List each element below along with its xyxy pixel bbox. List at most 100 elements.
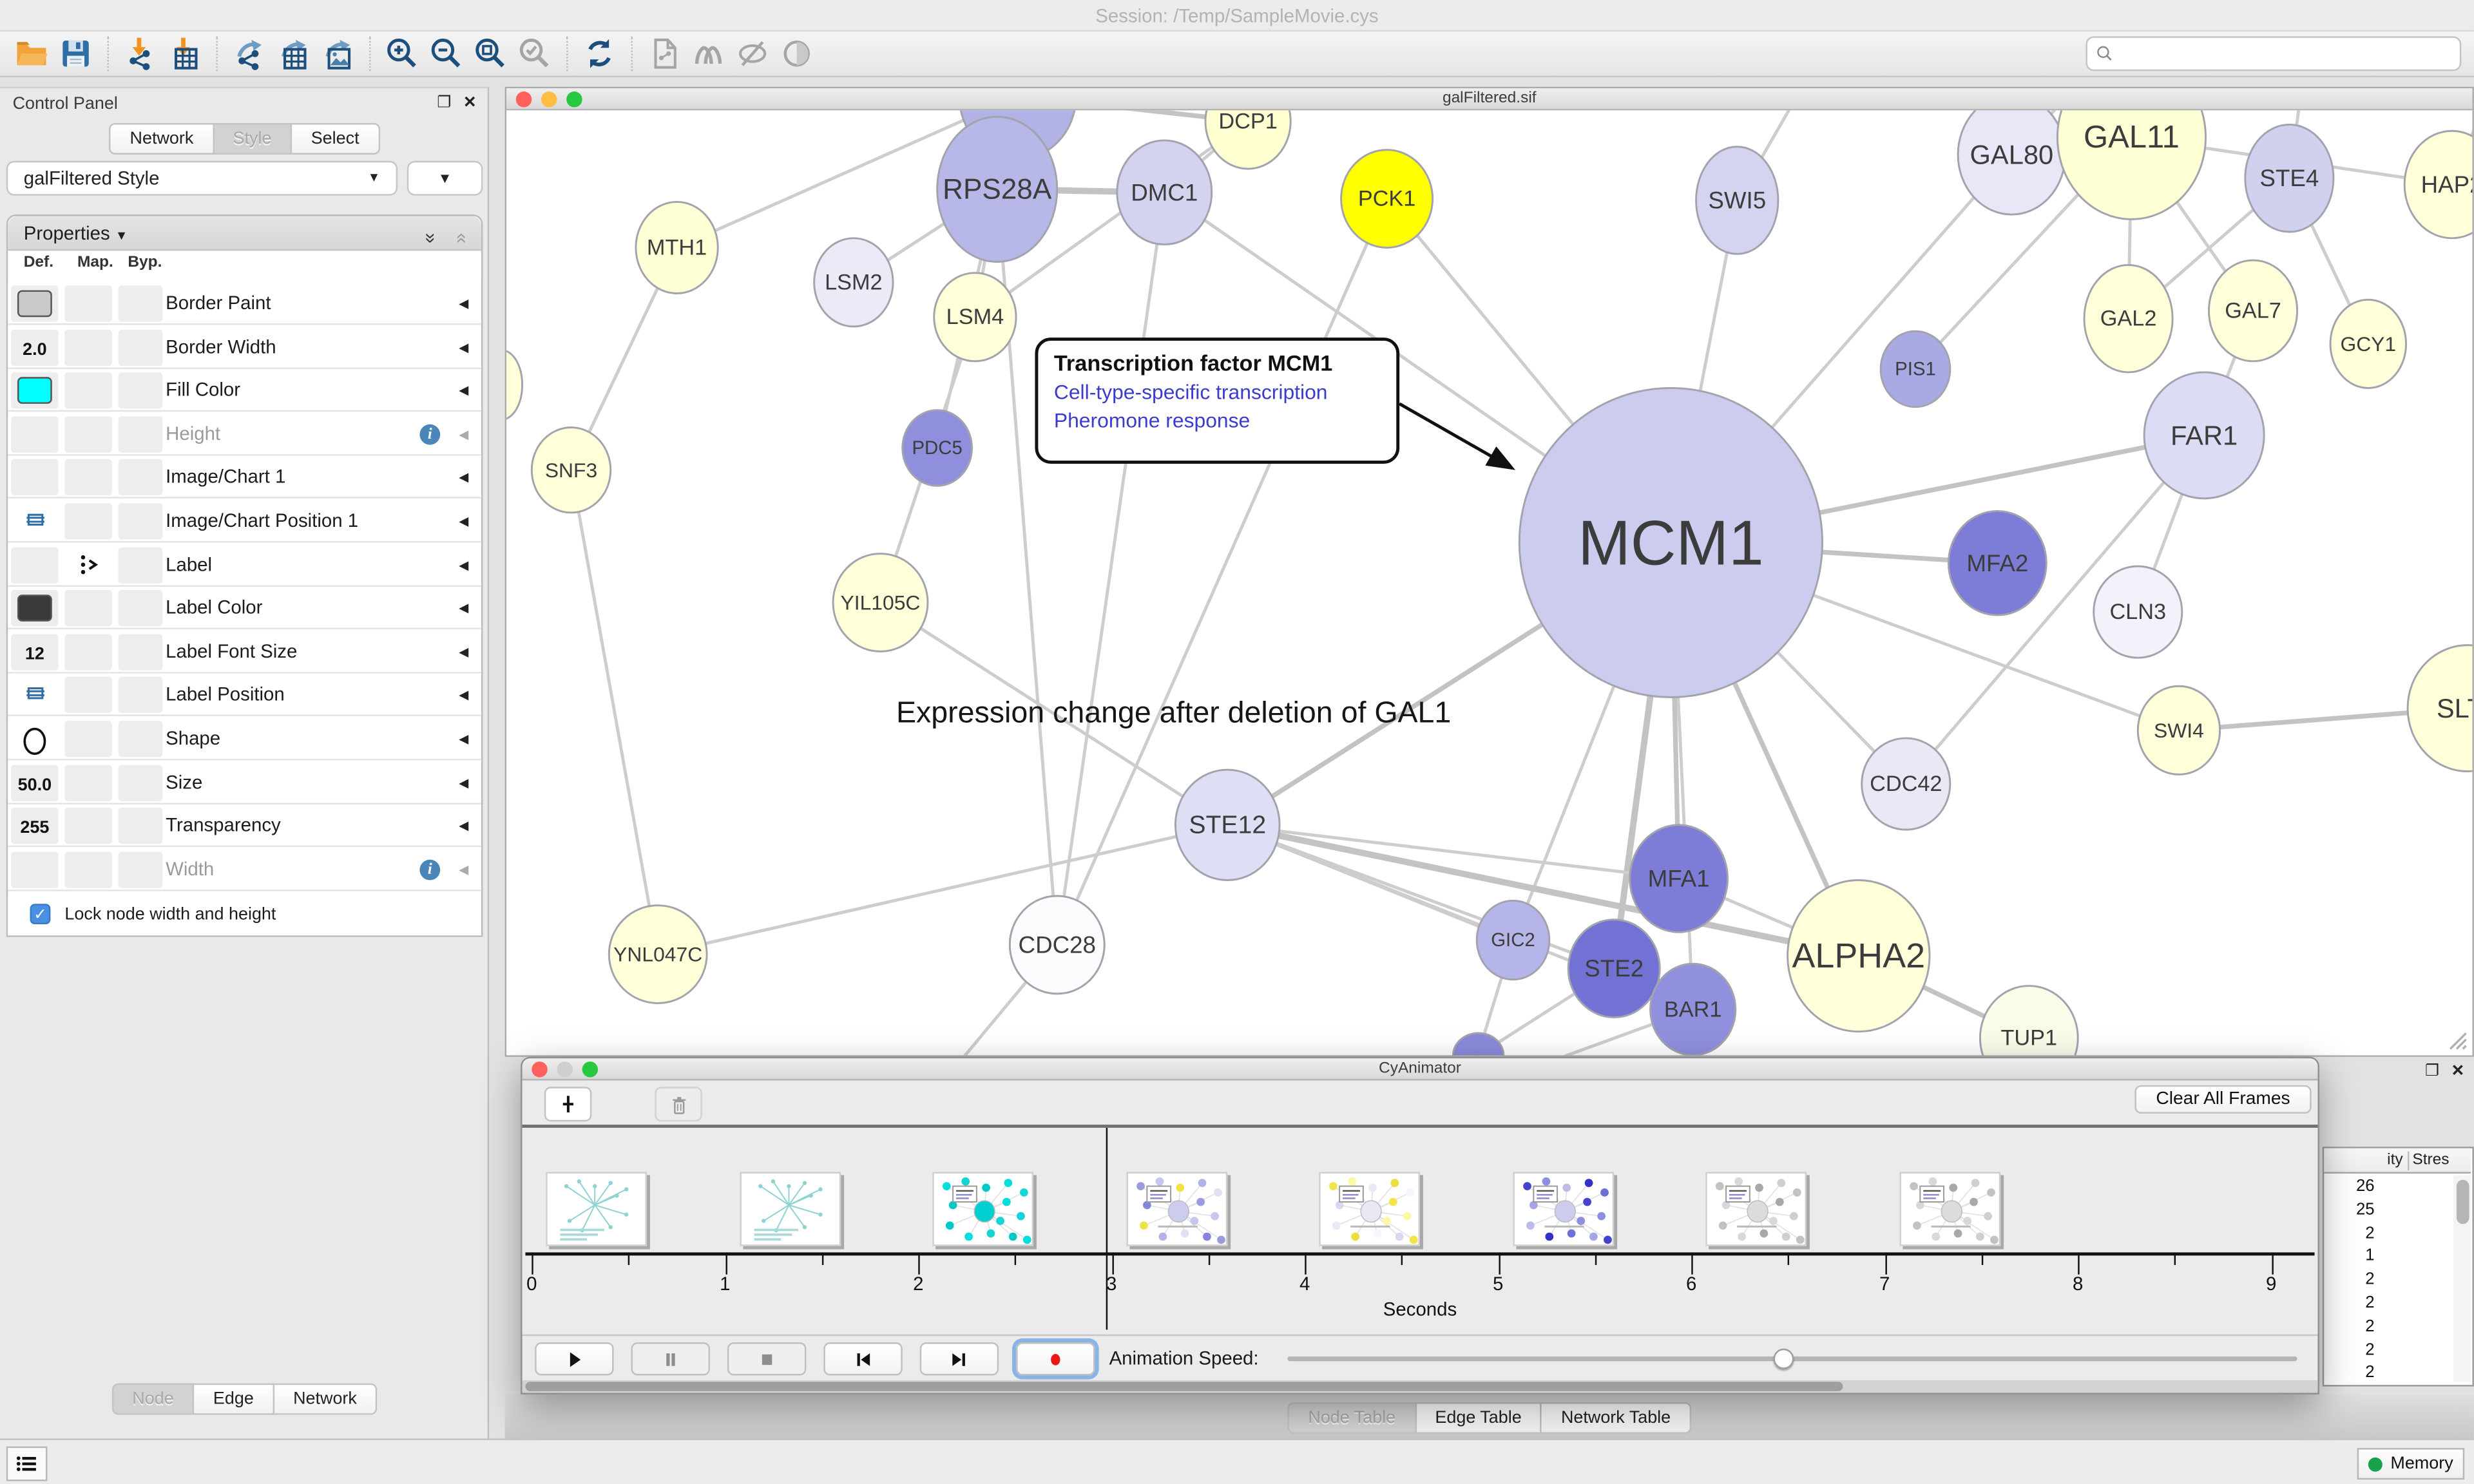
memory-button[interactable]: Memory — [2357, 1448, 2465, 1479]
table-vertical-scrollbar[interactable] — [2453, 1175, 2471, 1382]
lock-size-checkbox[interactable]: ✓ — [30, 904, 51, 924]
byp-cell[interactable] — [119, 678, 163, 714]
table-row[interactable]: 2 — [2324, 1317, 2451, 1340]
map-cell[interactable] — [64, 329, 111, 365]
byp-cell[interactable] — [119, 851, 163, 888]
byp-cell[interactable] — [119, 590, 163, 626]
byp-cell[interactable] — [119, 285, 163, 321]
search-box[interactable] — [2086, 36, 2461, 71]
byp-cell[interactable] — [119, 634, 163, 670]
zoom-fit-button[interactable] — [470, 33, 512, 74]
collapse-all-icon[interactable]: » — [443, 233, 477, 243]
search-input[interactable] — [2114, 44, 2460, 63]
byp-cell[interactable] — [119, 503, 163, 539]
animation-frame-5[interactable] — [1512, 1172, 1613, 1246]
tab-style[interactable]: Style — [214, 123, 292, 155]
refresh-view-button[interactable] — [579, 33, 620, 74]
table-row[interactable]: 1 — [2324, 1247, 2451, 1271]
discrete-icon[interactable] — [64, 547, 111, 583]
skip-end-button[interactable] — [920, 1342, 999, 1375]
def-cell[interactable]: 50.0 — [11, 765, 58, 801]
browser-tab-edge[interactable]: Edge — [195, 1384, 274, 1415]
close-panel-icon[interactable]: ✕ — [463, 88, 477, 120]
map-cell[interactable] — [64, 590, 111, 626]
position-icon[interactable] — [11, 503, 58, 539]
zoom-window-button[interactable] — [566, 91, 582, 107]
stop-button[interactable] — [727, 1342, 806, 1375]
map-cell[interactable] — [64, 634, 111, 670]
animation-speed-slider[interactable] — [1287, 1356, 2297, 1361]
open-session-button[interactable] — [11, 33, 52, 74]
hide-selected-button[interactable] — [732, 33, 773, 74]
close-table-panel-icon[interactable]: ✕ — [2451, 1063, 2465, 1081]
export-image-button[interactable] — [317, 33, 358, 74]
close-window-button[interactable] — [532, 1061, 547, 1077]
position-icon[interactable] — [11, 678, 58, 714]
expand-property-icon[interactable]: ◀ — [459, 282, 468, 325]
color-swatch[interactable] — [17, 290, 52, 318]
expand-property-icon[interactable]: ◀ — [459, 413, 468, 455]
tab-network[interactable]: Network — [110, 123, 214, 155]
cyanimator-titlebar[interactable]: CyAnimator — [523, 1058, 2318, 1080]
map-cell[interactable] — [64, 721, 111, 757]
byp-cell[interactable] — [119, 808, 163, 844]
expand-property-icon[interactable]: ◀ — [459, 544, 468, 586]
table-col-stress[interactable]: Stres — [2412, 1148, 2449, 1172]
annotation-link-2[interactable]: Pheromone response — [1054, 408, 1396, 432]
import-network-button[interactable] — [120, 33, 161, 74]
table-row[interactable]: 25 — [2324, 1200, 2451, 1224]
browser-tab-network[interactable]: Network — [274, 1384, 378, 1415]
byp-cell[interactable] — [119, 547, 163, 583]
expand-property-icon[interactable]: ◀ — [459, 631, 468, 673]
animation-frame-7[interactable] — [1899, 1172, 2000, 1246]
export-table-button[interactable] — [273, 33, 314, 74]
map-cell[interactable] — [64, 372, 111, 408]
close-window-button[interactable] — [516, 91, 532, 107]
byp-cell[interactable] — [119, 372, 163, 408]
find-button[interactable] — [688, 33, 729, 74]
animation-frame-0[interactable] — [546, 1172, 647, 1246]
def-cell[interactable] — [11, 372, 58, 408]
zoom-selected-button[interactable] — [514, 33, 555, 74]
info-icon[interactable]: i — [419, 859, 440, 880]
expand-property-icon[interactable]: ◀ — [459, 326, 468, 368]
map-cell[interactable] — [64, 460, 111, 496]
table-row[interactable]: 2 — [2324, 1223, 2451, 1247]
byp-cell[interactable] — [119, 329, 163, 365]
network-edge[interactable] — [658, 825, 1227, 955]
timeline-horizontal-scrollbar[interactable] — [523, 1380, 2318, 1393]
byp-cell[interactable] — [119, 416, 163, 452]
table-tab-node-table[interactable]: Node Table — [1288, 1402, 1416, 1434]
cyanimator-timeline[interactable]: Seconds 0123456789 — [523, 1128, 2318, 1335]
animation-frame-4[interactable] — [1319, 1172, 1420, 1246]
record-button[interactable] — [1016, 1342, 1095, 1375]
expand-property-icon[interactable]: ◀ — [459, 457, 468, 499]
zoom-in-button[interactable] — [382, 33, 423, 74]
expand-property-icon[interactable]: ◀ — [459, 500, 468, 542]
def-cell[interactable] — [11, 851, 58, 888]
timeline-playhead[interactable] — [1106, 1128, 1108, 1329]
def-cell[interactable] — [11, 285, 58, 321]
color-swatch[interactable] — [17, 377, 52, 404]
export-network-button[interactable] — [229, 33, 270, 74]
network-edge[interactable] — [571, 470, 658, 955]
network-canvas[interactable]: RPS28BDCP1RPS28ADMC1PCK1MTH1LSM2LSM4SWI5… — [506, 110, 2472, 1055]
browser-tab-node[interactable]: Node — [111, 1384, 194, 1415]
byp-cell[interactable] — [119, 765, 163, 801]
network-node-cut2[interactable] — [506, 350, 522, 420]
clear-all-frames-button[interactable]: Clear All Frames — [2134, 1085, 2311, 1114]
byp-cell[interactable] — [119, 460, 163, 496]
expand-property-icon[interactable]: ◀ — [459, 718, 468, 760]
task-history-button[interactable] — [6, 1447, 48, 1481]
expand-property-icon[interactable]: ◀ — [459, 370, 468, 412]
zoom-window-button[interactable] — [582, 1061, 598, 1077]
byp-cell[interactable] — [119, 721, 163, 757]
resize-grip[interactable] — [2442, 1025, 2468, 1051]
animation-frame-6[interactable] — [1705, 1172, 1807, 1246]
play-button[interactable] — [535, 1342, 613, 1375]
def-cell[interactable]: 2.0 — [11, 329, 58, 365]
table-row[interactable]: 26 — [2324, 1177, 2451, 1201]
table-row[interactable]: 2 — [2324, 1270, 2451, 1294]
annotation-box[interactable]: Transcription factor MCM1 Cell-type-spec… — [1035, 338, 1399, 464]
network-window-titlebar[interactable]: galFiltered.sif — [506, 88, 2472, 110]
